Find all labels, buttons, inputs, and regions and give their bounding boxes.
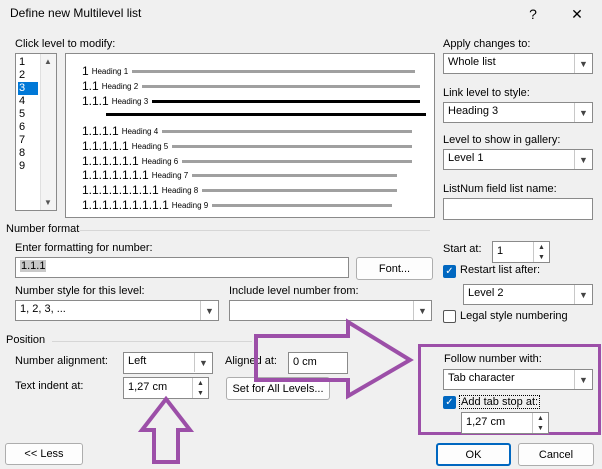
annotation-right-arrow-icon bbox=[254, 318, 414, 400]
ok-button[interactable]: OK bbox=[436, 443, 511, 466]
annotation-arrows bbox=[137, 318, 414, 464]
less-button[interactable]: << Less bbox=[5, 443, 83, 465]
annotation-up-arrow-icon bbox=[137, 395, 195, 464]
cancel-button[interactable]: Cancel bbox=[518, 443, 594, 466]
